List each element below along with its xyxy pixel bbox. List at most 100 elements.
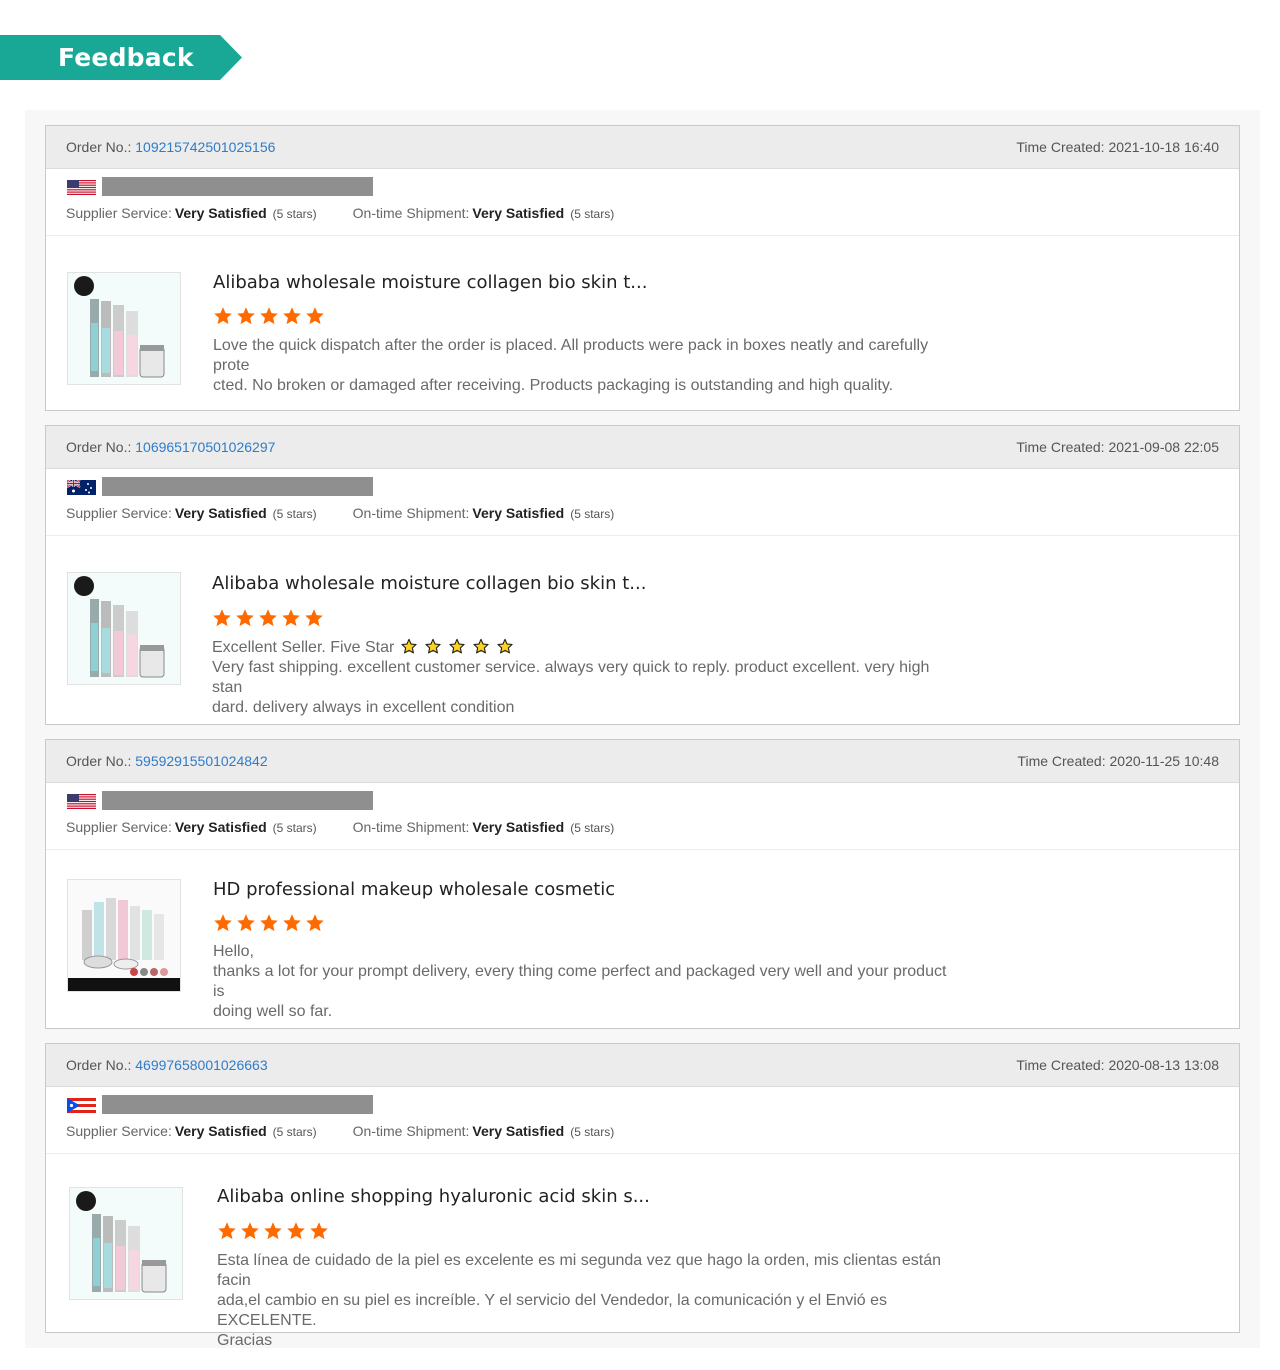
order-number-link[interactable]: 59592915501024842 xyxy=(135,753,267,769)
au-flag-icon xyxy=(67,480,96,495)
star-filled-icon xyxy=(283,307,301,325)
comment-line: cted. No broken or damaged after receivi… xyxy=(213,377,894,394)
redacted-buyer-name xyxy=(102,177,373,196)
star-filled-icon xyxy=(214,307,232,325)
supplier-service-stars: (5 stars) xyxy=(272,821,317,835)
pr-flag-icon xyxy=(67,1098,96,1113)
comment-line: Excellent Seller. Five Star xyxy=(212,638,952,658)
skincare-product-image xyxy=(68,573,180,684)
order-number-label: Order No.: xyxy=(66,139,132,155)
review-header: Order No.: 106965170501026297 Time Creat… xyxy=(46,426,1239,469)
shipment-label: On-time Shipment: xyxy=(352,505,470,521)
star-filled-icon xyxy=(310,1222,328,1240)
order-number-link[interactable]: 106965170501026297 xyxy=(135,439,275,455)
skincare-product-image xyxy=(70,1188,182,1299)
supplier-service-value: Very Satisfied xyxy=(174,1123,267,1139)
star-filled-icon xyxy=(282,609,300,627)
order-number-link[interactable]: 109215742501025156 xyxy=(135,139,275,155)
shipment-stars: (5 stars) xyxy=(570,507,615,521)
supplier-service-label: Supplier Service: xyxy=(66,205,172,221)
product-title[interactable]: Alibaba wholesale moisture collagen bio … xyxy=(212,573,646,594)
star-filled-icon xyxy=(306,914,324,932)
star-filled-icon xyxy=(287,1222,305,1240)
product-thumbnail[interactable] xyxy=(69,1187,183,1300)
comment-line: dard. delivery always in excellent condi… xyxy=(212,699,515,716)
review-header: Order No.: 59592915501024842 Time Create… xyxy=(46,740,1239,783)
review-card: Order No.: 59592915501024842 Time Create… xyxy=(45,739,1240,1029)
product-title[interactable]: Alibaba online shopping hyaluronic acid … xyxy=(217,1186,650,1207)
star-outline-icon xyxy=(449,638,465,654)
time-created: Time Created: 2021-09-08 22:05 xyxy=(1016,439,1219,455)
time-created: Time Created: 2020-08-13 13:08 xyxy=(1016,1057,1219,1073)
star-filled-icon xyxy=(305,609,323,627)
outline-stars xyxy=(400,638,514,655)
product-thumbnail[interactable] xyxy=(67,572,181,685)
review-header: Order No.: 46997658001026663 Time Create… xyxy=(46,1044,1239,1087)
order-number-label: Order No.: xyxy=(66,439,132,455)
time-created-value: 2020-08-13 13:08 xyxy=(1108,1057,1219,1073)
review-star-rating xyxy=(212,608,324,628)
star-outline-icon xyxy=(473,638,489,654)
product-title[interactable]: Alibaba wholesale moisture collagen bio … xyxy=(213,272,647,293)
us-flag-icon xyxy=(67,794,96,809)
service-ratings: Supplier Service: Very Satisfied (5 stars)… xyxy=(66,819,614,835)
star-filled-icon xyxy=(237,307,255,325)
star-filled-icon xyxy=(260,914,278,932)
order-number: Order No.: 106965170501026297 xyxy=(66,439,275,455)
shipment-label: On-time Shipment: xyxy=(352,819,470,835)
supplier-service-stars: (5 stars) xyxy=(272,207,317,221)
review-star-rating xyxy=(217,1221,329,1241)
review-card: Order No.: 46997658001026663 Time Create… xyxy=(45,1043,1240,1349)
shipment-stars: (5 stars) xyxy=(570,207,615,221)
service-ratings: Supplier Service: Very Satisfied (5 stars)… xyxy=(66,1123,614,1139)
star-outline-icon xyxy=(425,638,441,654)
product-title[interactable]: HD professional makeup wholesale cosmeti… xyxy=(213,879,615,900)
shipment-label: On-time Shipment: xyxy=(352,205,470,221)
us-flag-icon xyxy=(67,180,96,195)
star-filled-icon xyxy=(283,914,301,932)
supplier-service-stars: (5 stars) xyxy=(272,507,317,521)
product-thumbnail[interactable] xyxy=(67,272,181,385)
order-number-label: Order No.: xyxy=(66,753,132,769)
comment-line: Gracias xyxy=(217,1332,273,1349)
service-ratings: Supplier Service: Very Satisfied (5 stars)… xyxy=(66,505,614,521)
time-created: Time Created: 2020-11-25 10:48 xyxy=(1017,753,1219,769)
shipment-value: Very Satisfied xyxy=(472,1123,565,1139)
comment-line: Hello, xyxy=(213,943,254,960)
supplier-service-stars: (5 stars) xyxy=(272,1125,317,1139)
review-star-rating xyxy=(213,306,325,326)
skincare-product-image xyxy=(68,273,180,384)
supplier-service-label: Supplier Service: xyxy=(66,819,172,835)
comment-line: doing well so far. xyxy=(213,1003,333,1020)
star-filled-icon xyxy=(218,1222,236,1240)
shipment-value: Very Satisfied xyxy=(472,505,565,521)
time-created-label: Time Created: xyxy=(1016,439,1105,455)
buyer-info: Supplier Service: Very Satisfied (5 stars)… xyxy=(46,1087,1239,1154)
order-number-link[interactable]: 46997658001026663 xyxy=(135,1057,267,1073)
makeup-set-image xyxy=(68,880,180,991)
star-filled-icon xyxy=(306,307,324,325)
supplier-service-value: Very Satisfied xyxy=(174,505,267,521)
review-comment: Esta línea de cuidado de la piel es exce… xyxy=(217,1251,977,1351)
comment-line: Esta línea de cuidado de la piel es exce… xyxy=(217,1252,942,1289)
comment-line: Very fast shipping. excellent customer s… xyxy=(212,659,930,696)
time-created-label: Time Created: xyxy=(1016,139,1105,155)
order-number-label: Order No.: xyxy=(66,1057,132,1073)
shipment-label: On-time Shipment: xyxy=(352,1123,470,1139)
time-created-value: 2021-10-18 16:40 xyxy=(1108,139,1219,155)
shipment-stars: (5 stars) xyxy=(570,1125,615,1139)
service-ratings: Supplier Service: Very Satisfied (5 stars)… xyxy=(66,205,614,221)
time-created-value: 2020-11-25 10:48 xyxy=(1109,753,1220,769)
feedback-banner: Feedback xyxy=(0,35,242,80)
shipment-value: Very Satisfied xyxy=(472,205,565,221)
star-filled-icon xyxy=(264,1222,282,1240)
supplier-service-value: Very Satisfied xyxy=(174,205,267,221)
star-filled-icon xyxy=(214,914,232,932)
comment-line: Love the quick dispatch after the order … xyxy=(213,337,929,374)
review-star-rating xyxy=(213,913,325,933)
banner-title: Feedback xyxy=(58,43,194,72)
product-thumbnail[interactable] xyxy=(67,879,181,992)
supplier-service-label: Supplier Service: xyxy=(66,1123,172,1139)
supplier-service-label: Supplier Service: xyxy=(66,505,172,521)
comment-line: ada,el cambio en su piel es increíble. Y… xyxy=(217,1292,888,1329)
